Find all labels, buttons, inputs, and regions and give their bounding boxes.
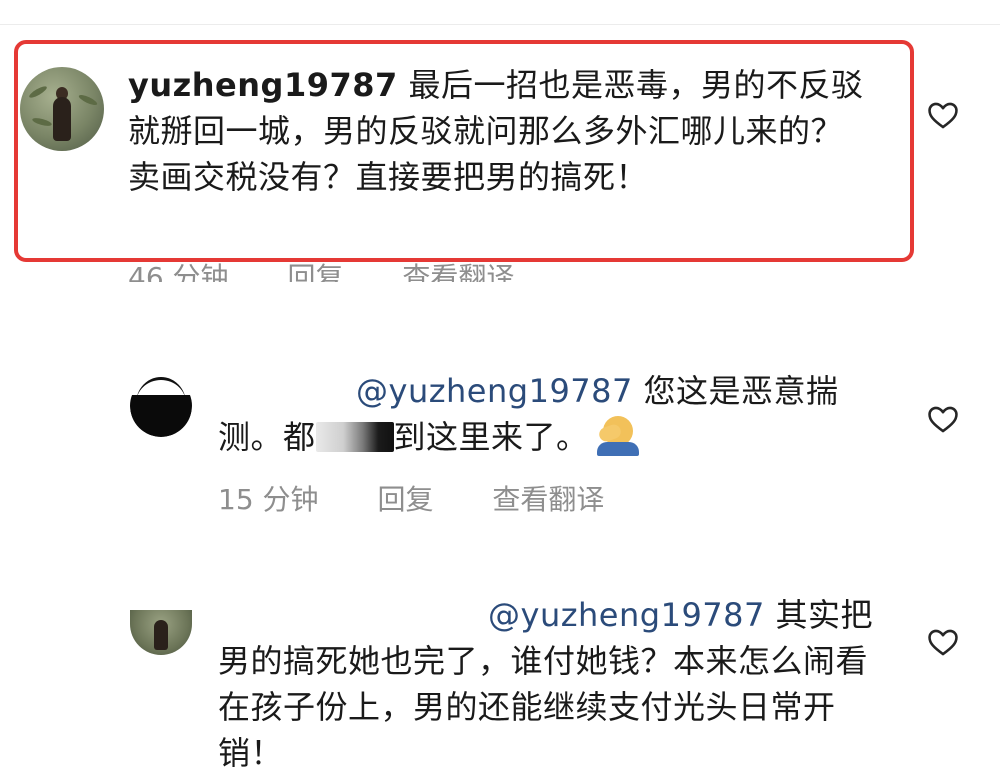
reply-button[interactable]: 回复: [377, 478, 433, 518]
comment-meta: 15 分钟 回复 查看翻译: [218, 478, 654, 518]
reply-button[interactable]: 回复: [287, 256, 343, 282]
translate-button[interactable]: 查看翻译: [402, 256, 514, 282]
avatar-shape: [130, 395, 192, 437]
heart-icon[interactable]: [926, 98, 960, 132]
avatar[interactable]: [130, 610, 192, 655]
comment-meta: 46 分钟 回复 查看翻译: [128, 256, 564, 294]
comment-username[interactable]: yuzheng19787: [128, 66, 398, 104]
comment-time: 46 分钟: [128, 261, 229, 294]
heart-icon[interactable]: [926, 625, 960, 659]
comment-text: yuzheng19787 最后一招也是恶毒，男的不反驳就掰回一城，男的反驳就问那…: [128, 62, 868, 200]
mention-link[interactable]: @yuzheng19787: [356, 372, 633, 410]
avatar-figure: [154, 620, 168, 650]
avatar-figure: [53, 97, 71, 141]
translate-button[interactable]: 查看翻译: [492, 478, 604, 518]
avatar-leaf-decoration: [77, 93, 99, 107]
top-divider: [0, 24, 1000, 25]
avatar[interactable]: [20, 67, 104, 151]
face-palm-emoji-icon: [596, 414, 639, 456]
mention-link[interactable]: @yuzheng19787: [488, 596, 765, 634]
heart-icon[interactable]: [926, 402, 960, 436]
emoji-body: [596, 442, 639, 456]
avatar-leaf-decoration: [31, 116, 53, 128]
comments-screen: yuzheng19787 最后一招也是恶毒，男的不反驳就掰回一城，男的反驳就问那…: [0, 0, 1000, 771]
comment-text: @yuzheng19787 其实把男的搞死她也完了，谁付她钱？本来怎么闹看在孩子…: [218, 592, 878, 771]
censored-redaction: [315, 422, 394, 452]
comment-body-end: 到这里来了。: [393, 418, 589, 456]
avatar[interactable]: [130, 375, 192, 437]
comment-text: @yuzheng19787 您这是恶意揣测。都 到这里来了。: [218, 368, 868, 460]
avatar-leaf-decoration: [27, 84, 49, 100]
comment-time: 15 分钟: [218, 483, 319, 516]
